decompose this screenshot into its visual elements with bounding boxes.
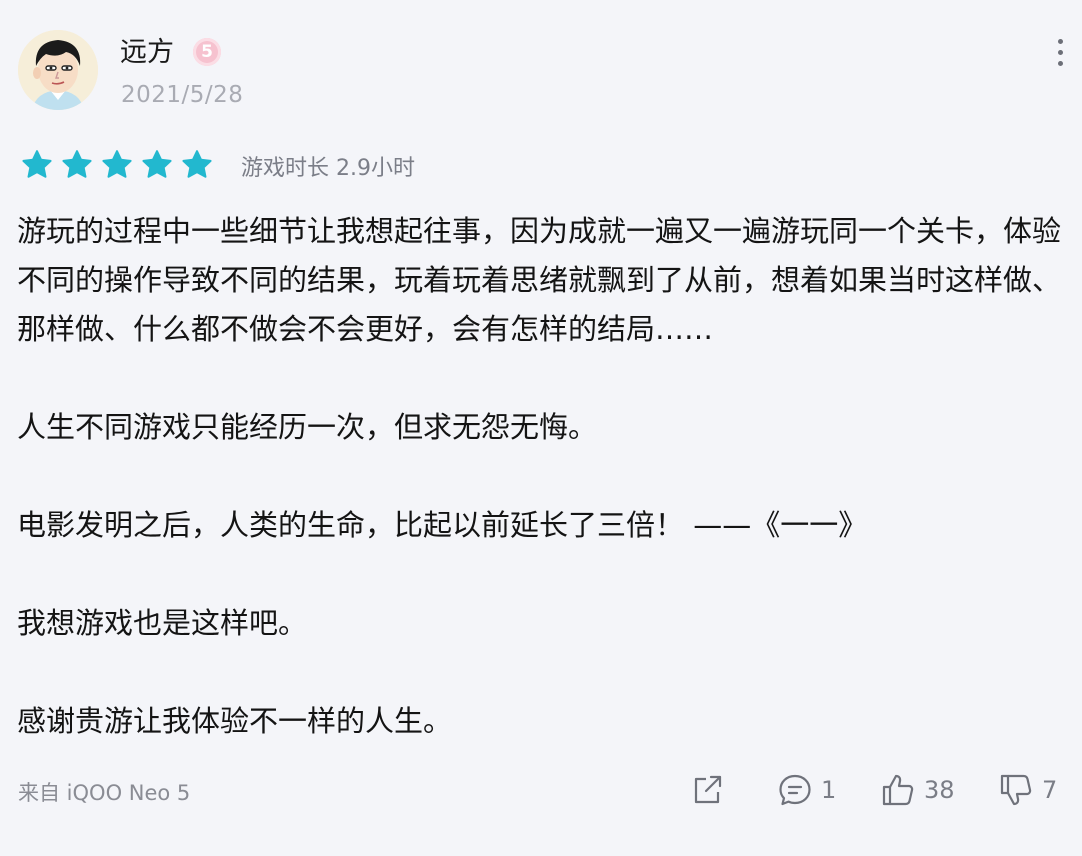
share-button[interactable] bbox=[689, 770, 725, 810]
review-paragraph: 游玩的过程中一些细节让我想起往事，因为成就一遍又一遍游玩同一个关卡，体验不同的操… bbox=[17, 214, 1062, 346]
playtime-label: 游戏时长 2.9小时 bbox=[241, 156, 415, 181]
review-paragraph: 感谢贵游让我体验不一样的人生。 bbox=[17, 704, 453, 738]
review-text: 游玩的过程中一些细节让我想起往事，因为成就一遍又一遍游玩同一个关卡，体验不同的操… bbox=[17, 207, 1067, 795]
thumbs-up-icon bbox=[882, 774, 914, 806]
comment-button[interactable]: 1 bbox=[777, 770, 836, 810]
star-icon bbox=[142, 150, 172, 178]
thumbs-down-icon bbox=[1000, 774, 1032, 806]
star-icon bbox=[182, 150, 212, 178]
level-badge: 5 bbox=[193, 38, 221, 66]
dislike-count: 7 bbox=[1042, 776, 1058, 804]
star-icon bbox=[62, 150, 92, 178]
more-options-icon[interactable] bbox=[1048, 36, 1072, 66]
like-button[interactable]: 38 bbox=[880, 770, 955, 810]
star-icon bbox=[102, 150, 132, 178]
review-paragraph: 我想游戏也是这样吧。 bbox=[17, 606, 308, 640]
comment-count: 1 bbox=[821, 776, 837, 804]
review-card: 远方 5 2021/5/28 游戏时长 2.9小时 游玩的过程中一些细节让我想起… bbox=[0, 0, 1082, 856]
post-date: 2021/5/28 bbox=[121, 82, 244, 108]
comment-icon bbox=[779, 774, 811, 806]
review-paragraph: 人生不同游戏只能经历一次，但求无怨无悔。 bbox=[17, 410, 598, 444]
username[interactable]: 远方 bbox=[120, 36, 174, 70]
dislike-button[interactable]: 7 bbox=[998, 770, 1057, 810]
device-label: 来自 iQOO Neo 5 bbox=[18, 781, 191, 805]
avatar-illustration bbox=[18, 30, 98, 110]
share-icon bbox=[694, 775, 722, 804]
star-icon bbox=[22, 150, 52, 178]
review-paragraph: 电影发明之后，人类的生命，比起以前延长了三倍！ ——《一一》 bbox=[17, 508, 868, 542]
like-count: 38 bbox=[924, 776, 955, 804]
star-rating bbox=[20, 148, 214, 182]
avatar[interactable] bbox=[18, 30, 98, 110]
